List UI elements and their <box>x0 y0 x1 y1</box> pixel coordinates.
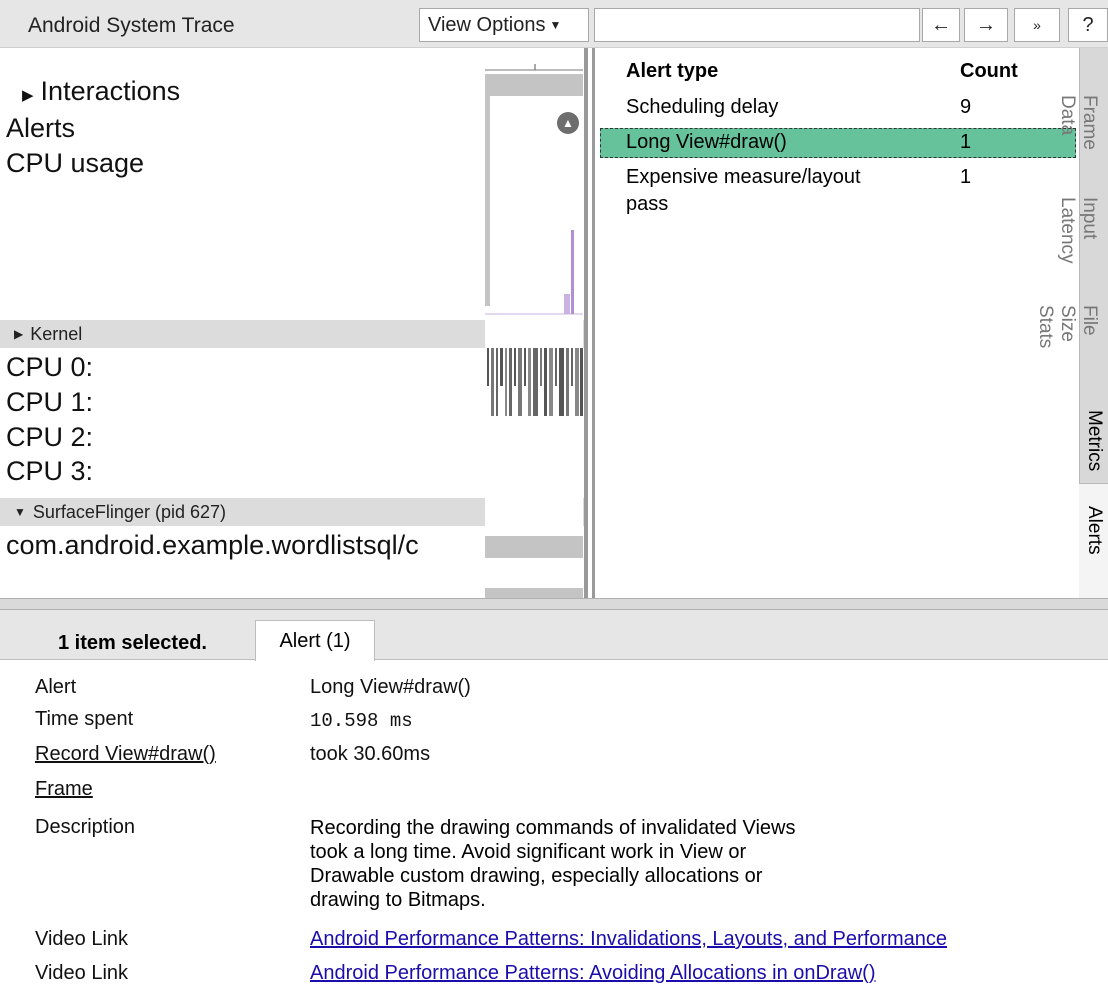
tab-metrics[interactable]: Metrics <box>1083 410 1105 480</box>
view-options-button[interactable]: View Options ▼ <box>419 8 589 42</box>
alert-value: Long View#draw() <box>310 676 471 698</box>
tab-input-latency[interactable]: Input Latency <box>1056 197 1100 264</box>
time-spent-label: Time spent <box>35 708 134 730</box>
cpu-slices <box>487 348 583 416</box>
track-interactions-label: Interactions <box>40 76 181 106</box>
track-alerts-label: Alerts <box>6 113 76 143</box>
more-button[interactable]: » <box>1014 8 1060 42</box>
record-value: took 30.60ms <box>310 743 431 765</box>
cpu-2-label: CPU 2: <box>6 422 94 452</box>
alert-type-cell: Long View#draw() <box>626 131 787 153</box>
description-line: drawing to Bitmaps. <box>310 889 486 911</box>
alert-label: Alert <box>35 676 77 698</box>
analysis-splitter[interactable] <box>0 598 1108 610</box>
panel-divider-2 <box>592 48 595 600</box>
description-label: Description <box>35 816 136 838</box>
search-input[interactable] <box>594 8 920 42</box>
alert-type-cell-continued: pass <box>626 193 669 215</box>
alert-type-cell: Scheduling delay <box>626 96 779 118</box>
description-line: Recording the drawing commands of invali… <box>310 817 796 839</box>
count-cell: 1 <box>960 166 972 188</box>
expand-triangle-icon: ▶ <box>22 87 34 104</box>
video-link-label: Video Link <box>35 928 129 950</box>
record-view-draw-link[interactable]: Record View#draw() <box>35 743 216 766</box>
time-spent-value: 10.598 ms <box>310 710 413 732</box>
cpu-1-label: CPU 1: <box>6 387 94 417</box>
video-link-label: Video Link <box>35 962 129 984</box>
timeline-track-area[interactable]: ▲ <box>485 48 583 598</box>
panel-divider[interactable] <box>584 48 588 600</box>
chevron-down-icon: ▼ <box>549 18 562 32</box>
process-header-label: SurfaceFlinger (pid 627) <box>32 501 226 522</box>
tab-alert[interactable]: Alert (1) <box>255 620 375 661</box>
alert-type-cell: Expensive measure/layout <box>626 166 861 188</box>
cpu-0-label: CPU 0: <box>6 352 94 382</box>
frame-link[interactable]: Frame <box>35 778 93 801</box>
forward-arrow-button[interactable]: → <box>964 8 1008 42</box>
description-line: Drawable custom drawing, especially allo… <box>310 865 763 887</box>
tab-frame-data[interactable]: Frame Data <box>1056 95 1100 150</box>
thread-label: com.android.example.wordlistsql/c <box>6 530 419 560</box>
tab-alerts[interactable]: Alerts <box>1083 506 1105 555</box>
alert-marker-icon[interactable]: ▲ <box>557 112 579 134</box>
view-options-label: View Options <box>428 13 546 36</box>
count-cell: 9 <box>960 96 972 118</box>
app-title: Android System Trace <box>28 14 235 37</box>
track-cpu-usage-label: CPU usage <box>6 148 145 178</box>
cpu-3-label: CPU 3: <box>6 456 94 486</box>
alert-type-header[interactable]: Alert type <box>626 60 718 83</box>
tab-file-size-stats[interactable]: File Size Stats <box>1034 305 1100 348</box>
description-text: Recording the drawing commands of invali… <box>310 816 910 912</box>
track-interactions[interactable]: ▶ Interactions <box>22 76 180 107</box>
back-arrow-button[interactable]: ← <box>922 8 960 42</box>
description-line: took a long time. Avoid significant work… <box>310 841 747 863</box>
cpu-usage-bar <box>571 230 574 314</box>
help-button[interactable]: ? <box>1068 8 1108 42</box>
selection-summary: 1 item selected. <box>58 632 207 654</box>
video-link-invalidations[interactable]: Android Performance Patterns: Invalidati… <box>310 928 947 951</box>
count-header[interactable]: Count <box>960 60 1018 83</box>
kernel-header-label: Kernel <box>30 323 83 344</box>
count-cell: 1 <box>960 131 972 153</box>
collapse-triangle-icon: ▼ <box>14 505 26 519</box>
expand-triangle-icon: ▶ <box>14 327 24 341</box>
video-link-allocations[interactable]: Android Performance Patterns: Avoiding A… <box>310 962 875 985</box>
